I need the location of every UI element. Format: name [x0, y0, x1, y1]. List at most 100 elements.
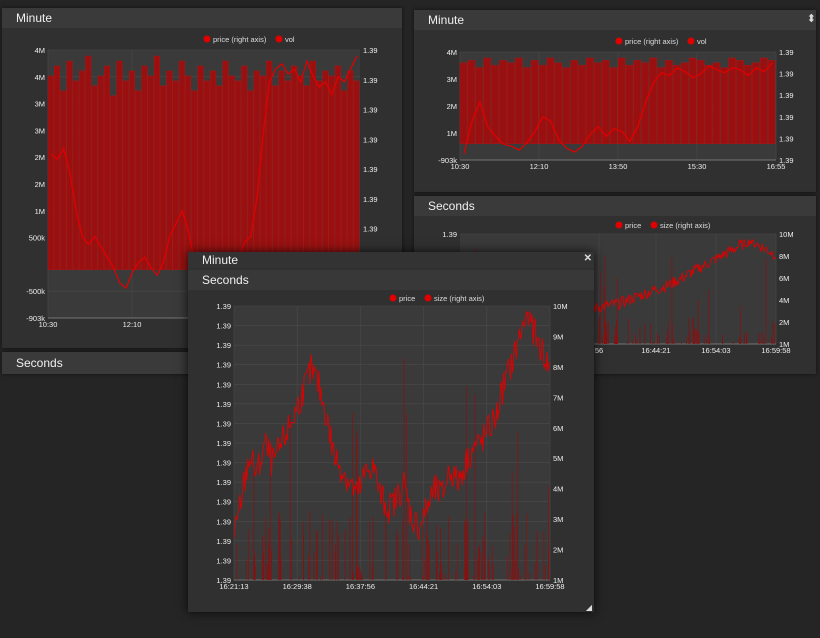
- vol-bar: [720, 67, 729, 145]
- x-tick: 13:50: [609, 162, 628, 171]
- panel-title-bar: Seconds: [414, 196, 816, 216]
- vol-bar: [234, 80, 242, 270]
- vol-bar: [60, 90, 67, 270]
- vol-bar: [147, 75, 154, 270]
- y-right-tick: 10M: [553, 302, 568, 311]
- vol-bar: [172, 80, 179, 270]
- legend-label: size (right axis): [660, 221, 711, 230]
- y-left-tick: 2M: [447, 102, 457, 111]
- vol-bar: [767, 60, 776, 144]
- legend-label: price (right axis): [213, 35, 267, 44]
- y-left-tick: 1.39: [216, 459, 231, 468]
- vol-bar: [122, 80, 129, 270]
- y-left-tick: 1.39: [216, 419, 231, 428]
- y-left-tick: 1.39: [216, 478, 231, 487]
- y-left-tick: 1.39: [216, 341, 231, 350]
- vol-bar: [594, 62, 602, 144]
- vol-bar: [85, 55, 92, 270]
- legend-marker: [615, 221, 623, 229]
- vol-bar: [538, 64, 547, 145]
- y-left-tick: -500k: [26, 287, 45, 296]
- y-left-tick: 1.39: [216, 498, 231, 507]
- panel-title: Minute: [16, 11, 53, 25]
- vol-bar: [128, 70, 135, 270]
- vol-bar: [728, 57, 736, 145]
- vol-bar: [673, 64, 681, 145]
- y-right-tick: 4M: [553, 485, 563, 494]
- y-left-tick: 3M: [35, 100, 45, 109]
- y-left-tick: 4M: [35, 46, 45, 55]
- vol-bar: [291, 65, 298, 270]
- vol-bar: [625, 64, 634, 145]
- y-left-tick: 1.39: [216, 439, 231, 448]
- vol-bar: [272, 85, 279, 270]
- vol-bar: [688, 57, 697, 145]
- x-tick: 16:54:03: [472, 582, 501, 591]
- panel-seconds-front: Minute ✕ Seconds price size (right axis) 1…: [188, 252, 594, 612]
- y-left-tick: 1.39: [442, 230, 457, 239]
- vol-bar: [736, 60, 744, 144]
- legend-label: size (right axis): [434, 294, 485, 303]
- y-right-tick: 1.39: [363, 76, 378, 85]
- panel-title: Seconds: [428, 199, 475, 213]
- panel-title: Seconds: [16, 356, 63, 370]
- y-left-tick: 3M: [35, 126, 45, 135]
- vol-bar: [203, 80, 210, 270]
- vol-bar: [241, 65, 248, 270]
- y-right-tick: 5M: [553, 454, 563, 463]
- vol-bar: [744, 64, 752, 145]
- window-title-bar[interactable]: Minute: [188, 252, 594, 268]
- vol-bar: [303, 85, 310, 270]
- y-right-tick: 1.39: [363, 106, 378, 115]
- y-right-tick: 1.39: [363, 225, 378, 234]
- vol-bar: [309, 60, 316, 270]
- vol-bar: [178, 60, 185, 270]
- y-right-tick: 2M: [553, 546, 563, 555]
- window-title: Minute: [202, 253, 239, 267]
- x-tick: 10:30: [451, 162, 470, 171]
- chart-minute-right: price (right axis) vol4M3M2M1M-903k1.391.…: [438, 37, 794, 171]
- vol-bar: [47, 75, 54, 270]
- y-left-tick: 4M: [447, 48, 457, 57]
- y-right-tick: 1.39: [363, 195, 378, 204]
- y-right-tick: 1.39: [779, 91, 794, 100]
- vol-bar: [116, 60, 123, 270]
- vol-bar: [103, 65, 110, 270]
- resize-handle-icon[interactable]: ◢: [586, 603, 592, 612]
- vol-bar: [328, 75, 335, 270]
- y-right-tick: 3M: [553, 515, 563, 524]
- y-right-tick: 7M: [553, 393, 563, 402]
- vol-bar: [316, 80, 323, 270]
- y-left-tick: 1.39: [216, 537, 231, 546]
- vol-bar: [601, 60, 610, 144]
- y-right-tick: 1.39: [779, 113, 794, 122]
- resize-icon[interactable]: ⬍: [807, 12, 816, 25]
- legend-label: vol: [697, 37, 707, 46]
- x-tick: 16:21:13: [219, 582, 248, 591]
- vol-bar: [160, 85, 167, 270]
- panel-title-bar: Minute: [2, 8, 402, 28]
- vol-bar: [72, 80, 79, 270]
- x-tick: 16:37:56: [346, 582, 375, 591]
- y-right-tick: 8M: [553, 363, 563, 372]
- close-icon[interactable]: ✕: [584, 253, 592, 264]
- vol-bar: [353, 80, 360, 270]
- legend-label: price: [399, 294, 415, 303]
- legend-marker: [275, 35, 283, 43]
- panel-title-bar: Seconds: [2, 352, 192, 374]
- vol-bar: [197, 65, 204, 270]
- y-left-tick: 1.39: [216, 361, 231, 370]
- vol-bar: [522, 67, 531, 145]
- y-left-tick: 1.39: [216, 302, 231, 311]
- y-right-tick: 1.39: [779, 70, 794, 79]
- vol-bar: [222, 60, 229, 270]
- panel-title: Minute: [428, 13, 465, 27]
- vol-bar: [278, 70, 285, 270]
- vol-bar: [681, 62, 689, 144]
- legend-marker: [615, 37, 623, 45]
- y-left-tick: 3M: [447, 75, 457, 84]
- y-right-tick: 9M: [553, 332, 563, 341]
- vol-bar: [191, 90, 198, 270]
- vol-bar: [704, 64, 713, 145]
- panel-title-bar: Minute: [414, 10, 816, 30]
